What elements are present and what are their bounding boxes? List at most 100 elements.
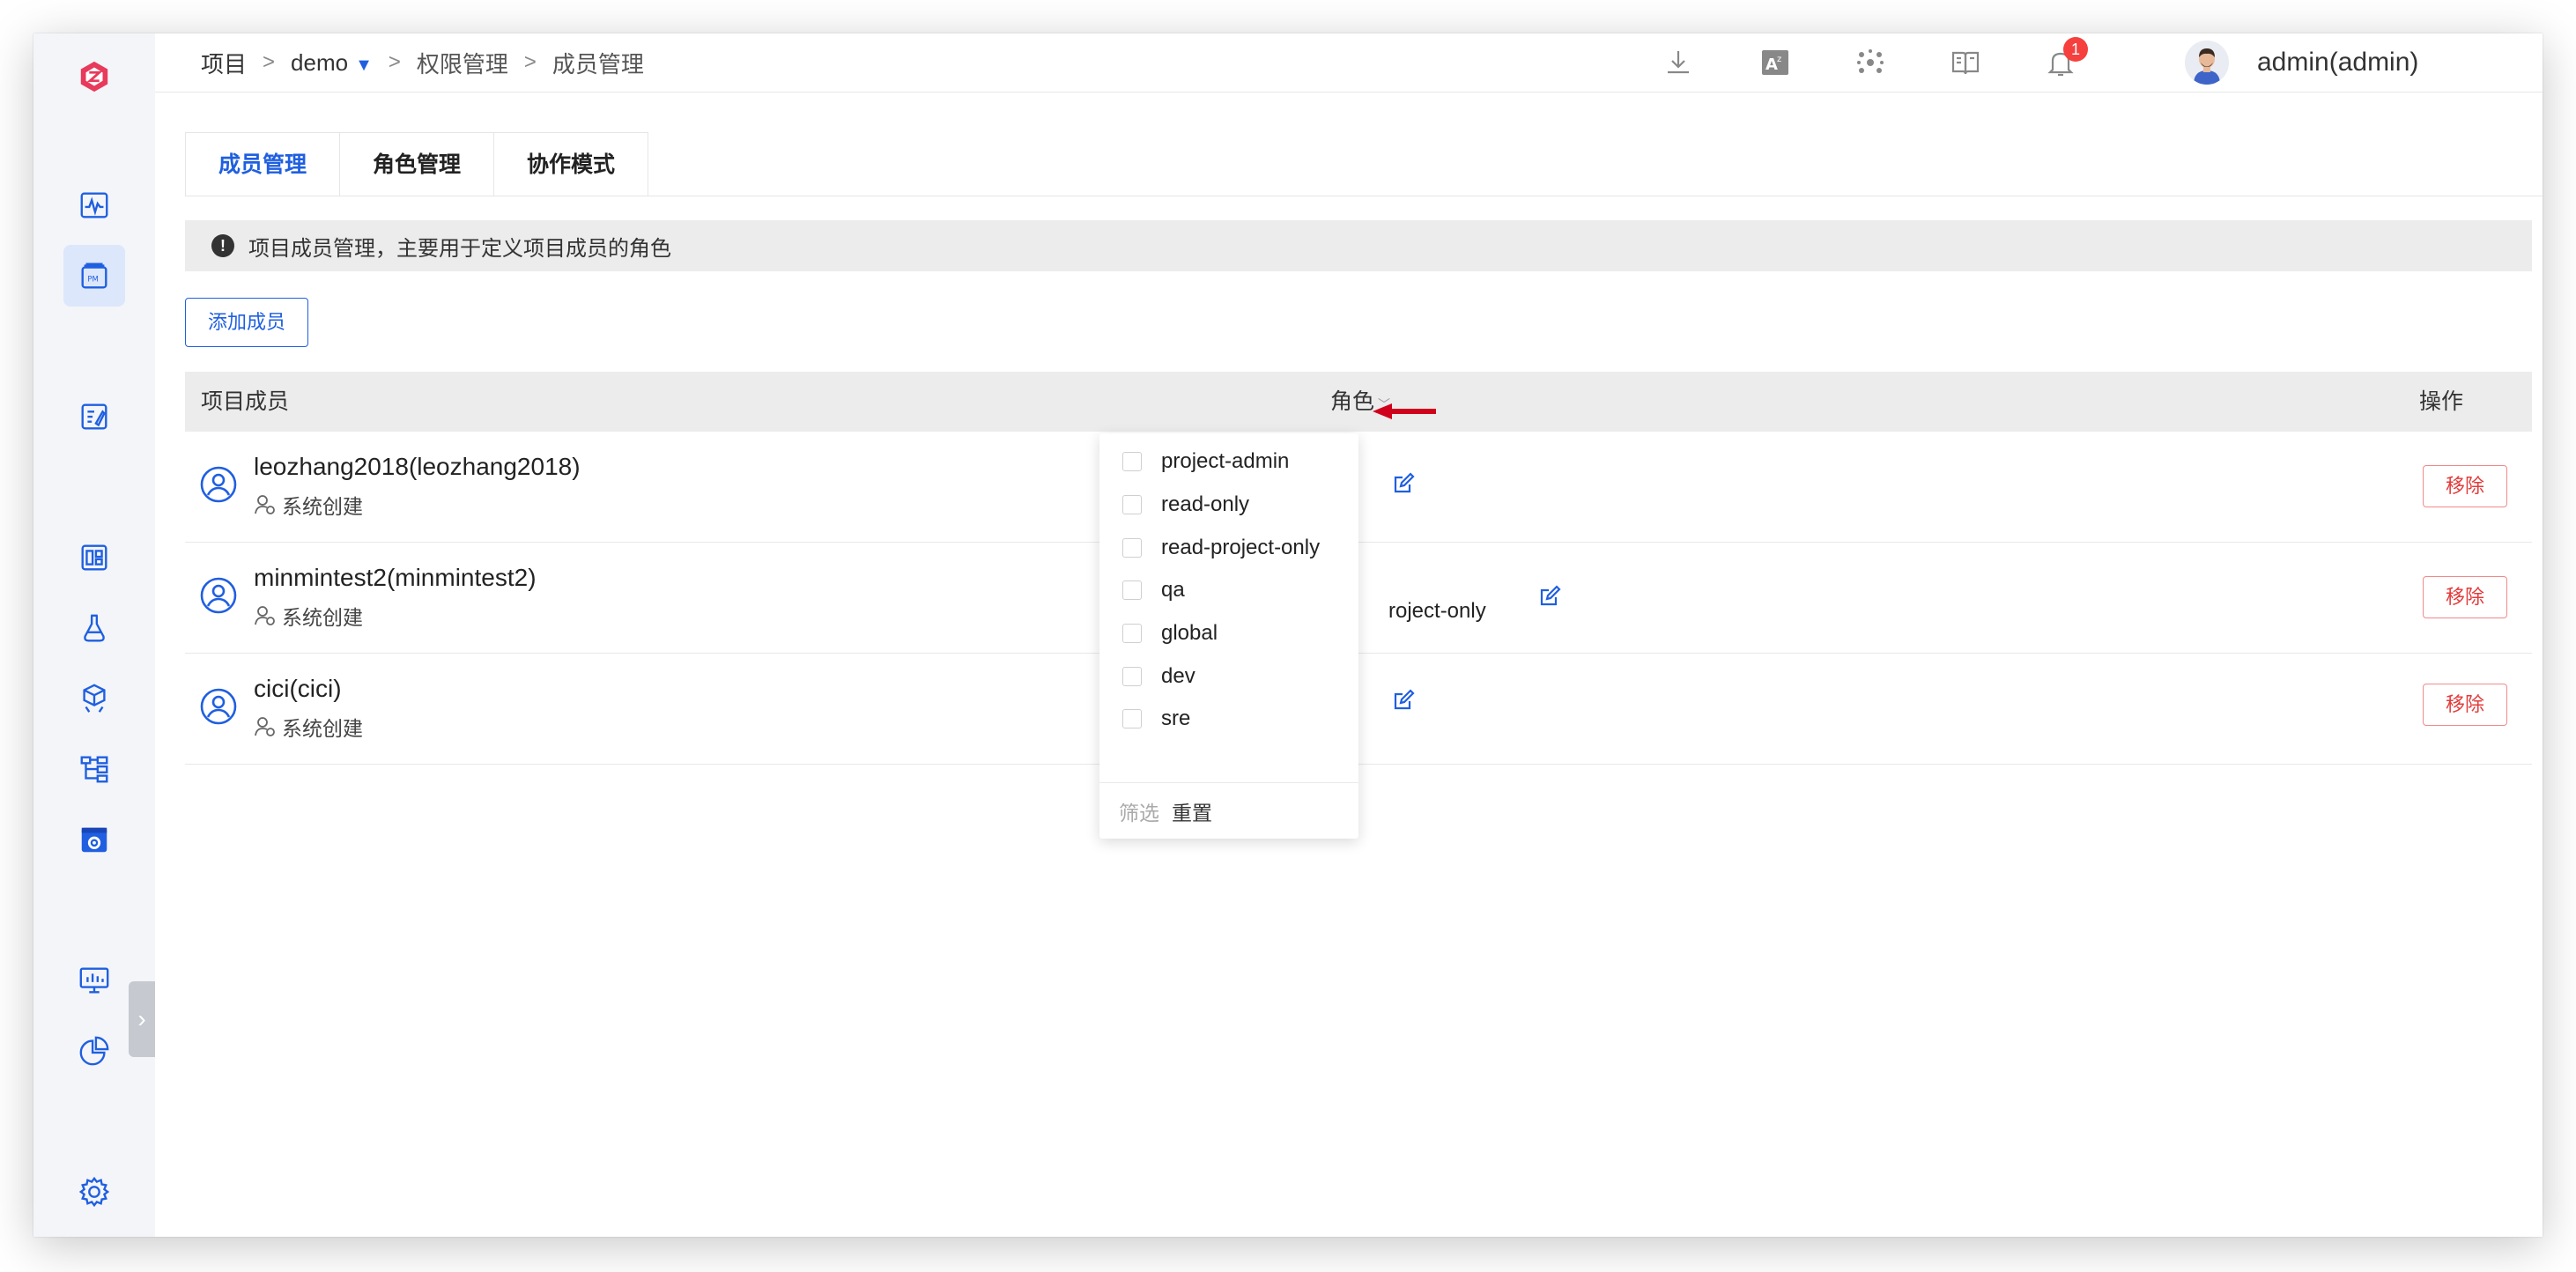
breadcrumb: 项目 > demo ▼ > 权限管理 > 成员管理 xyxy=(201,33,644,92)
user-circle-icon xyxy=(200,688,237,725)
chevron-right-icon: › xyxy=(137,1005,146,1032)
checkbox[interactable] xyxy=(1122,581,1142,600)
network-icon[interactable] xyxy=(1854,46,1887,79)
project-icon[interactable]: PM xyxy=(63,245,125,307)
activity-icon[interactable] xyxy=(63,174,125,236)
user-circle-icon xyxy=(200,577,237,614)
filter-option-global[interactable]: global xyxy=(1099,612,1358,654)
breadcrumb-page: 成员管理 xyxy=(551,50,644,78)
table-header: 项目成员 角色 ﹀ 操作 xyxy=(185,372,2532,432)
member-source-label: 系统创建 xyxy=(282,495,363,518)
edit-icon[interactable] xyxy=(63,386,125,447)
red-arrow-annotation xyxy=(1373,403,1436,419)
svg-text:A: A xyxy=(1765,55,1778,74)
sidebar-collapse-toggle[interactable]: › xyxy=(129,981,155,1057)
edit-role-icon[interactable] xyxy=(1392,689,1415,712)
breadcrumb-separator: > xyxy=(263,50,276,74)
column-member: 项目成员 xyxy=(201,389,290,414)
project-name: demo xyxy=(291,48,349,76)
table-row: leozhang2018(leozhang2018) 系统创建 移除 xyxy=(185,432,2532,543)
username[interactable]: admin(admin) xyxy=(2257,33,2418,92)
svg-text:z: z xyxy=(1777,55,1781,64)
filter-option-label: global xyxy=(1161,621,1218,645)
download-icon[interactable] xyxy=(1662,46,1695,79)
remove-member-button[interactable]: 移除 xyxy=(2423,465,2507,507)
user-gear-icon xyxy=(255,495,275,514)
checkbox[interactable] xyxy=(1122,667,1142,686)
filter-option-read-only[interactable]: read-only xyxy=(1099,484,1358,526)
pie-chart-icon[interactable] xyxy=(63,1020,125,1082)
top-header: 项目 > demo ▼ > 权限管理 > 成员管理 Az 1 admin(admi… xyxy=(155,33,2543,92)
filter-confirm-button[interactable]: 筛选 xyxy=(1119,796,1159,826)
add-member-button[interactable]: 添加成员 xyxy=(185,298,308,347)
user-gear-icon xyxy=(255,717,275,736)
svg-text:PM: PM xyxy=(87,276,99,285)
member-name: leozhang2018(leozhang2018) xyxy=(254,453,581,480)
checkbox[interactable] xyxy=(1122,709,1142,728)
gear-icon[interactable] xyxy=(63,1161,125,1223)
logo-icon[interactable] xyxy=(63,46,125,107)
checkbox[interactable] xyxy=(1122,538,1142,558)
tab-role-management[interactable]: 角色管理 xyxy=(340,133,494,196)
settings-box-icon[interactable] xyxy=(63,809,125,870)
user-gear-icon xyxy=(255,606,275,625)
filter-option-project-admin[interactable]: project-admin xyxy=(1099,440,1358,483)
flask-icon[interactable] xyxy=(63,597,125,659)
member-source-label: 系统创建 xyxy=(282,717,363,740)
column-action: 操作 xyxy=(2419,389,2464,414)
member-name: minmintest2(minmintest2) xyxy=(254,564,537,591)
breadcrumb-section[interactable]: 权限管理 xyxy=(417,47,508,79)
filter-option-label: sre xyxy=(1161,706,1191,730)
edit-role-icon[interactable] xyxy=(1392,472,1415,495)
package-icon[interactable] xyxy=(63,668,125,729)
member-source: 系统创建 xyxy=(254,490,363,520)
breadcrumb-separator: > xyxy=(388,50,401,74)
docs-icon[interactable] xyxy=(1949,46,1982,79)
checkbox[interactable] xyxy=(1122,495,1142,514)
breadcrumb-separator: > xyxy=(523,50,537,74)
notification-badge: 1 xyxy=(2063,37,2088,62)
info-alert: ! 项目成员管理，主要用于定义项目成员的角色 xyxy=(185,220,2532,271)
member-source: 系统创建 xyxy=(254,712,363,742)
translate-icon[interactable]: Az xyxy=(1758,46,1792,79)
caret-down-icon: ▼ xyxy=(355,55,373,75)
workflow-icon[interactable] xyxy=(63,738,125,800)
filter-option-qa[interactable]: qa xyxy=(1099,569,1358,611)
user-circle-icon xyxy=(200,466,237,503)
member-source-label: 系统创建 xyxy=(282,606,363,629)
column-role-label: 角色 xyxy=(1330,389,1375,414)
role-filter-dropdown: project-admin read-only read-project-onl… xyxy=(1099,433,1358,839)
breadcrumb-root[interactable]: 项目 xyxy=(201,47,247,79)
tab-member-management[interactable]: 成员管理 xyxy=(186,133,340,196)
filter-option-sre[interactable]: sre xyxy=(1099,698,1358,740)
exclamation-icon: ! xyxy=(211,234,234,257)
member-source: 系统创建 xyxy=(254,601,363,631)
edit-role-icon[interactable] xyxy=(1538,585,1561,608)
table-row: minmintest2(minmintest2) 系统创建 roject-onl… xyxy=(185,543,2532,654)
bell-icon[interactable]: 1 xyxy=(2044,37,2088,79)
checkbox[interactable] xyxy=(1122,624,1142,643)
tab-collaboration-mode[interactable]: 协作模式 xyxy=(494,133,648,196)
table-row: cici(cici) 系统创建 移除 xyxy=(185,654,2532,765)
filter-option-label: read-project-only xyxy=(1161,536,1321,559)
sidebar: PM › xyxy=(33,33,155,1237)
app-window: PM › 项目 > demo ▼ > 权限管理 > 成员管理 A z 1 adm… xyxy=(33,33,2543,1237)
monitor-icon[interactable] xyxy=(63,950,125,1011)
filter-reset-button[interactable]: 重置 xyxy=(1172,796,1212,826)
remove-member-button[interactable]: 移除 xyxy=(2423,576,2507,618)
member-name: cici(cici) xyxy=(254,675,342,702)
filter-option-label: project-admin xyxy=(1161,449,1290,473)
filter-option-read-project-only[interactable]: read-project-only xyxy=(1099,527,1358,569)
filter-option-dev[interactable]: dev xyxy=(1099,655,1358,698)
tab-bar: 成员管理 角色管理 协作模式 xyxy=(185,132,648,196)
dashboard-icon[interactable] xyxy=(63,527,125,588)
project-selector[interactable]: demo ▼ xyxy=(291,49,373,77)
filter-option-label: dev xyxy=(1161,664,1195,688)
checkbox[interactable] xyxy=(1122,452,1142,471)
member-role: roject-only xyxy=(1388,599,1486,623)
avatar[interactable] xyxy=(2185,41,2229,85)
filter-option-label: read-only xyxy=(1161,492,1250,516)
alert-text: 项目成员管理，主要用于定义项目成员的角色 xyxy=(248,236,671,261)
remove-member-button[interactable]: 移除 xyxy=(2423,684,2507,726)
filter-option-label: qa xyxy=(1161,578,1185,602)
